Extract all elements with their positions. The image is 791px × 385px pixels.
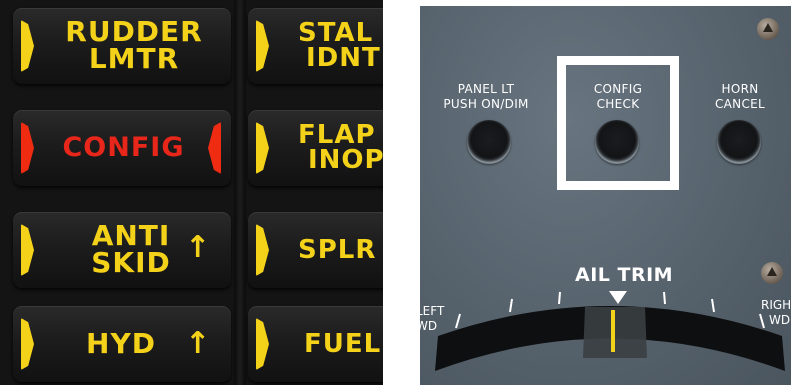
trim-indicator-needle [611, 310, 615, 352]
spoiler-annunciator[interactable]: SPLR [248, 212, 383, 288]
arrow-up-icon: ↑ [185, 326, 211, 361]
rudder-lmtr-annunciator[interactable]: RUDDER LMTR [13, 8, 231, 84]
flap-inop-annunciator[interactable]: FLAP INOP [248, 110, 383, 186]
annunciator-lamp-icon [21, 318, 34, 370]
annunciator-lamp-icon [21, 224, 34, 276]
hyd-annunciator[interactable]: HYD ↑ [13, 306, 231, 382]
annunciator-panel: RUDDER LMTR CONFIG ANTI SKID ↑ HYD ↑ STA… [0, 0, 383, 385]
trim-left-label: LEFT WD [420, 304, 445, 333]
control-panel: PANEL LT PUSH ON/DIM CONFIG CHECK HORN C… [420, 6, 791, 385]
fuel-annunciator[interactable]: FUEL [248, 306, 383, 382]
annunciator-label: FLAP INOP [298, 120, 383, 175]
warning-lamp-left-icon [21, 122, 34, 174]
ail-trim-label: AIL TRIM [575, 264, 674, 286]
annunciator-lamp-icon [256, 20, 269, 72]
config-annunciator[interactable]: CONFIG [13, 110, 231, 186]
annunciator-label: HYD [86, 326, 156, 360]
stall-ident-annunciator[interactable]: STAL IDNT [248, 8, 383, 84]
annunciator-label: ANTI SKID [91, 219, 171, 279]
trim-right-label: RIGH WD [761, 298, 791, 327]
annunciator-label: SPLR [298, 234, 377, 265]
annunciator-lamp-icon [256, 122, 269, 174]
anti-skid-annunciator[interactable]: ANTI SKID ↑ [13, 212, 231, 288]
arrow-up-icon: ↑ [185, 230, 211, 265]
annunciator-lamp-icon [21, 20, 34, 72]
annunciator-lamp-icon [256, 224, 269, 276]
warning-lamp-right-icon [208, 122, 221, 174]
trim-pointer-icon [609, 291, 627, 304]
annunciator-label: STAL IDNT [298, 18, 381, 73]
annunciator-label: RUDDER LMTR [65, 15, 203, 75]
aileron-trim-gauge [435, 291, 785, 371]
annunciator-label: CONFIG [62, 132, 185, 164]
annunciator-label: FUEL [304, 328, 382, 359]
annunciator-lamp-icon [256, 318, 269, 370]
